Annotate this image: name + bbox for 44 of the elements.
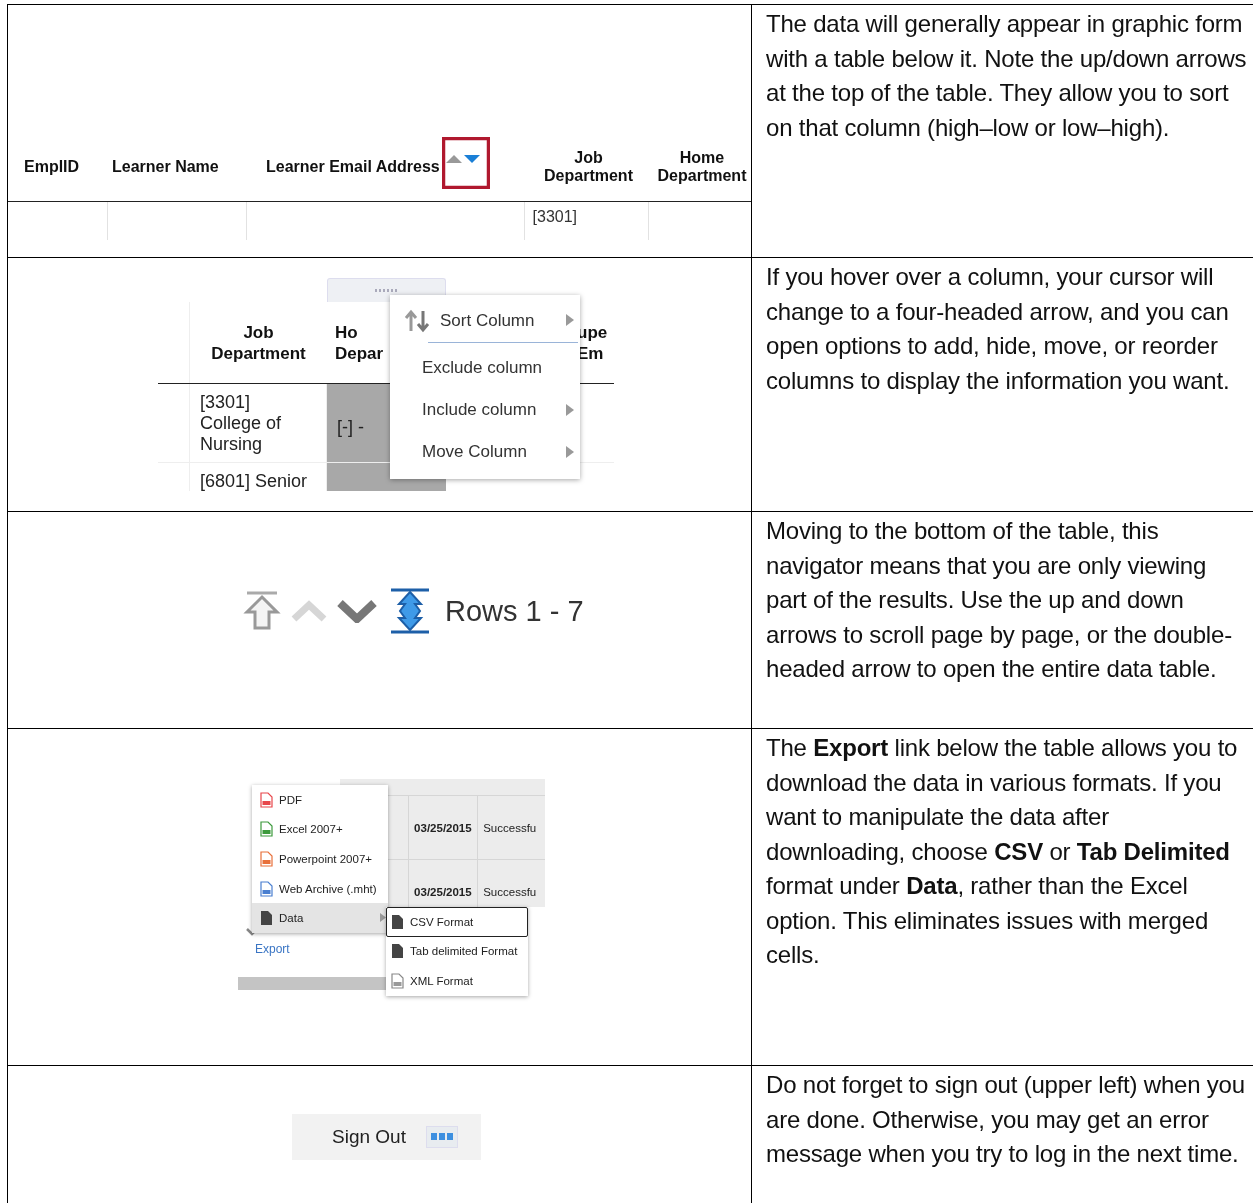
document-icon [391, 943, 404, 960]
sort-arrows-icon[interactable] [441, 137, 490, 189]
description-text: Moving to the bottom of the table, this navigator means that you are only viewing part of the results. Use the up and down arrows to scroll page by page, or the double-headed arrow to open the entire data table. [765, 516, 1233, 684]
column-header[interactable]: Home Department [652, 149, 751, 185]
table-cell: [3301] [532, 208, 578, 225]
more-icon[interactable] [425, 1126, 458, 1148]
table-cell: [6801] Senior [200, 471, 308, 491]
first-page-icon[interactable] [243, 591, 281, 631]
export-link[interactable]: Export [255, 942, 290, 956]
column-header[interactable]: Job Department [538, 149, 639, 185]
table-cell: Successfu [483, 885, 537, 898]
menu-item[interactable]: Web Archive (.mht) [252, 873, 388, 904]
chevron-down-icon[interactable] [337, 599, 377, 623]
description-text: The data will generally appear in graphic form with a table below it. Note the up/down arrows at the top of the table. They allow you to sort on that column (high–low or low–high). [765, 9, 1248, 143]
sort-icon [404, 309, 430, 333]
menu-item[interactable]: Data [252, 903, 388, 933]
table-cell-text: [3301] College of Nursing [200, 392, 283, 455]
menu-item[interactable]: XML Format [386, 966, 528, 996]
document-icon [391, 913, 404, 930]
file-icon [391, 973, 404, 989]
sign-out-link[interactable]: Sign Out [332, 1126, 406, 1148]
menu-item[interactable]: CSV Format [386, 907, 528, 937]
table-cell: 03/25/2015 [414, 821, 472, 834]
column-header: Ho Depar [335, 321, 385, 364]
menu-item[interactable]: Tab delimited Format [386, 936, 528, 967]
menu-item[interactable]: PDF [252, 785, 388, 815]
submenu-arrow-icon [380, 913, 386, 923]
menu-item[interactable]: Sort Column [390, 299, 580, 343]
scroll-bar[interactable] [238, 977, 386, 990]
rows-count: Rows 1 - 7 [445, 594, 584, 628]
description-text: The Export link below the table allows you to download the data in various formats. If you want to manipulate the data after downloading, choose CSV or Tab Delimited format under Data, rather than the Excel option. This eliminates issues with merged cells. [765, 733, 1239, 970]
column-header[interactable]: Learner Email Address [266, 158, 440, 176]
description-text: Do not forget to sign out (upper left) when you are done. Otherwise, you may get an error message when you try to log in the next time. [765, 1070, 1246, 1169]
table-cell: 03/25/2015 [414, 885, 472, 898]
menu-item[interactable]: Excel 2007+ [252, 814, 388, 845]
column-header: Job Department [210, 321, 307, 364]
column-header[interactable]: EmplID [24, 158, 80, 176]
submenu-arrow-icon [566, 314, 574, 326]
submenu-arrow-icon [566, 404, 574, 416]
table-cell: Successfu [483, 821, 537, 834]
submenu-arrow-icon [566, 446, 574, 458]
column-header[interactable]: Learner Name [112, 158, 219, 176]
menu-item[interactable]: Powerpoint 2007+ [252, 844, 388, 874]
description-text: If you hover over a column, your cursor will change to a four-headed arrow, and you can open options to add, hide, move, or reorder columns to display the information you want. [765, 262, 1231, 396]
